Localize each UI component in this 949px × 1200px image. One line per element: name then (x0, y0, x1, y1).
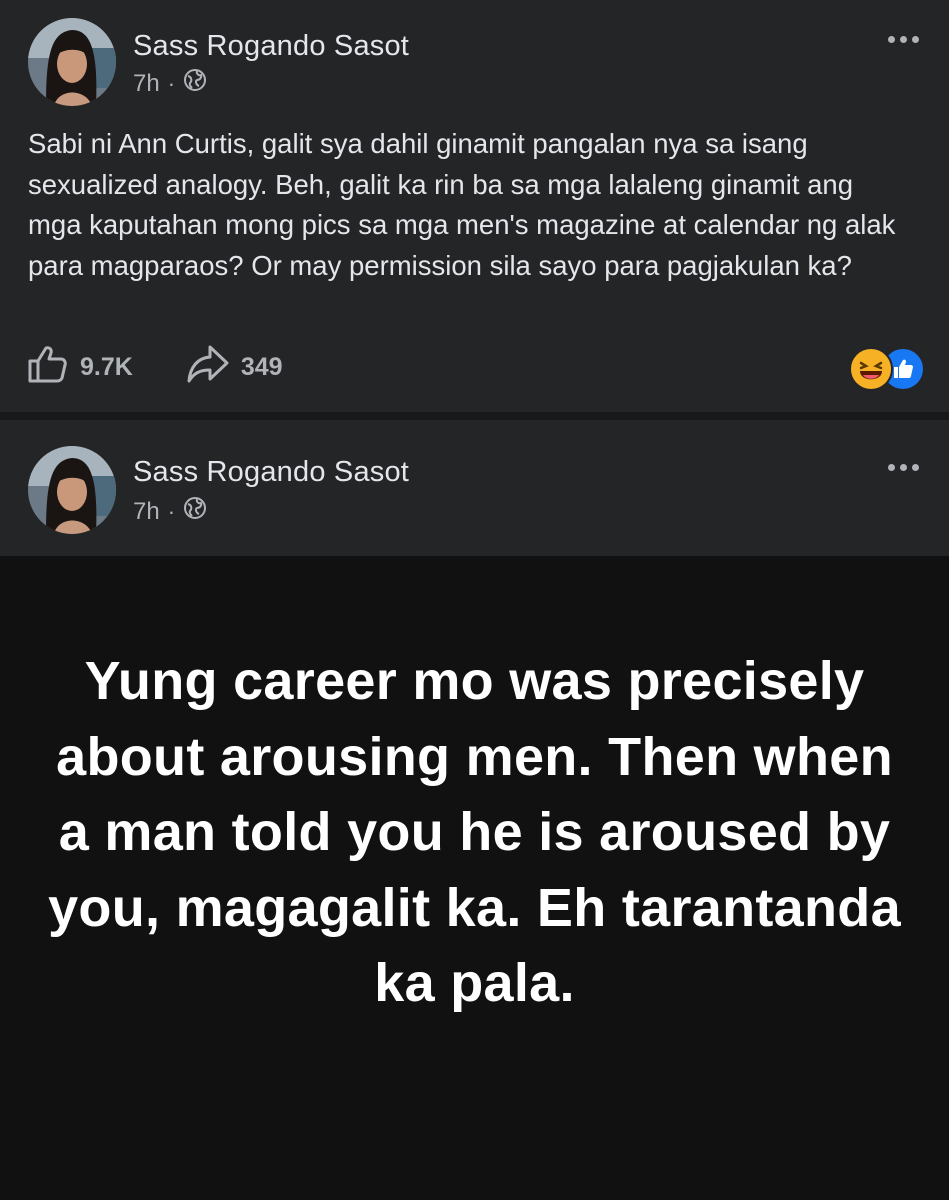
text-background-post[interactable]: Yung career mo was precisely about arous… (0, 556, 949, 1200)
globe-icon (183, 68, 207, 99)
meta-separator: · (167, 70, 176, 96)
post-meta: 7h · (133, 68, 207, 99)
like-button[interactable]: 9.7K (26, 342, 133, 393)
share-button[interactable]: 349 (185, 342, 283, 393)
globe-icon (183, 496, 207, 527)
haha-reaction-icon (849, 347, 893, 391)
post-time[interactable]: 7h (133, 498, 160, 526)
post-meta: 7h · (133, 496, 207, 527)
author-name[interactable]: Sass Rogando Sasot (133, 456, 409, 489)
more-options-icon[interactable] (888, 36, 919, 43)
share-arrow-icon (185, 342, 231, 393)
quote-text: Yung career mo was precisely about arous… (48, 651, 901, 1013)
like-count: 9.7K (80, 352, 133, 381)
post-time[interactable]: 7h (133, 70, 160, 98)
post-text: Sabi ni Ann Curtis, galit sya dahil gina… (28, 128, 896, 281)
post-actions: 9.7K 349 (26, 344, 283, 390)
reaction-summary[interactable] (849, 347, 925, 391)
post-card: Sass Rogando Sasot 7h · Sabi ni Ann Curt… (0, 0, 949, 412)
avatar[interactable] (28, 446, 116, 534)
author-name[interactable]: Sass Rogando Sasot (133, 30, 409, 63)
thumbs-up-icon (26, 342, 70, 393)
avatar[interactable] (28, 18, 116, 106)
share-count: 349 (240, 352, 283, 381)
meta-separator: · (167, 498, 176, 524)
more-options-icon[interactable] (888, 464, 919, 471)
post-divider (0, 412, 949, 420)
